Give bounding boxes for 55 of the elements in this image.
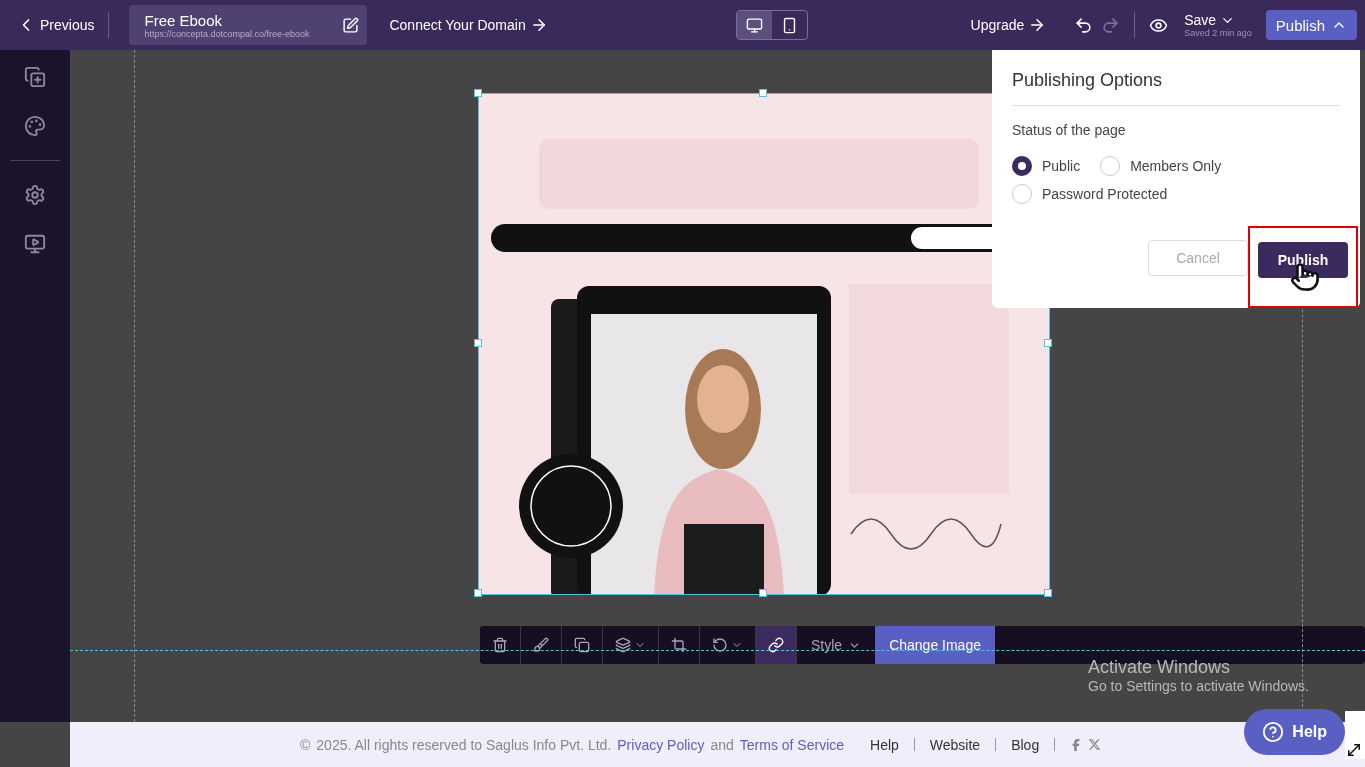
status-option[interactable]: Password Protected [1012,184,1168,204]
footer-link[interactable]: Blog [1011,736,1040,753]
saved-status: Saved 2 min ago [1184,28,1252,38]
resize-handle[interactable] [474,589,482,597]
page-url: https://concepta.dotcompal.co/free-ebook [144,28,311,39]
previous-button[interactable]: Previous [12,11,99,39]
radio-button[interactable] [1012,156,1032,176]
link-icon [768,637,784,653]
status-option[interactable]: Public [1012,156,1081,176]
resize-handle[interactable] [1044,339,1052,347]
resize-handle[interactable] [759,89,767,97]
copyright-text: 2025. All rights reserved to Saglus Info Pvt. Ltd. [316,736,612,753]
change-image-button[interactable]: Change Image [875,626,995,664]
upgrade-link[interactable]: Upgrade [966,12,1051,38]
settings-icon[interactable] [24,184,46,206]
resize-corner[interactable] [1345,711,1365,759]
crop-icon [671,637,687,653]
add-page-icon[interactable] [24,66,46,88]
resize-handle[interactable] [759,589,767,597]
brush-icon [533,637,549,653]
link-tool-button[interactable] [756,626,797,664]
delete-tool-button[interactable] [480,626,521,664]
resize-handle[interactable] [474,89,482,97]
activation-text: Go to Settings to activate Windows. [1088,678,1309,694]
rotate-icon [712,637,728,653]
help-button[interactable]: Help [1244,709,1345,755]
status-option[interactable]: Members Only [1100,156,1222,176]
page-title-field[interactable]: Free Ebook https://concepta.dotcompal.co/free-ebook [129,5,368,45]
edit-icon[interactable] [342,16,360,34]
publish-button[interactable]: Publish [1265,10,1357,40]
status-label: Status of the page [1012,122,1127,138]
privacy-policy-link[interactable]: Privacy Policy [617,736,705,753]
page-title: Free Ebook [144,11,223,29]
x-icon[interactable] [1088,738,1102,751]
monitor-play-icon[interactable] [24,233,46,255]
copy-icon [574,637,590,653]
monitor-icon [745,16,763,34]
footer-link[interactable]: Help [870,736,899,753]
panel-title: Publishing Options [1012,70,1340,106]
connect-domain-link[interactable]: Connect Your Domain [385,12,552,38]
activation-title: Activate Windows [1088,657,1232,678]
terms-link[interactable]: Terms of Service [739,736,845,753]
copyright-symbol: © [300,736,311,753]
footer-link[interactable]: Website [929,736,981,753]
desktop-view-button[interactable] [736,11,772,39]
question-icon [1262,721,1285,743]
palette-icon[interactable] [24,115,46,137]
confirm-publish-button[interactable]: Publish [1258,242,1348,278]
layers-icon [615,637,631,653]
diagonal-arrow-icon [1345,741,1363,759]
resize-handle[interactable] [1044,589,1052,597]
save-button[interactable]: Save [1184,12,1252,28]
trash-icon [492,637,508,653]
resize-handle[interactable] [474,339,482,347]
and-text: and [710,736,734,753]
